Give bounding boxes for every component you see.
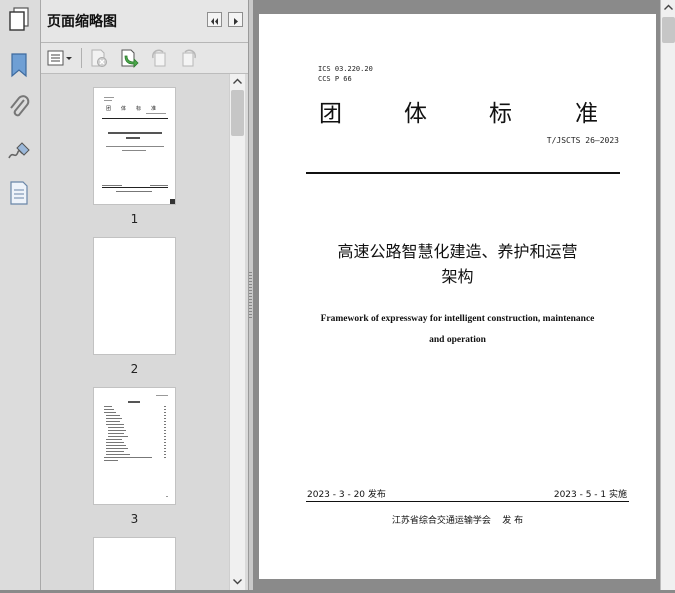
bookmarks-icon[interactable]: [6, 52, 32, 78]
expand-panel-button[interactable]: [228, 12, 243, 27]
panel-title: 页面缩略图: [47, 14, 117, 30]
thumbnail-page-4[interactable]: [93, 537, 176, 590]
title-english-line-1: Framework of expressway for intelligent …: [320, 314, 595, 324]
page-preview: 团 体 标 准: [102, 97, 175, 204]
signatures-icon[interactable]: [6, 138, 32, 164]
page-thumbnails-icon[interactable]: [6, 6, 32, 32]
ccs-code: CCS P 66: [318, 75, 352, 83]
footer-rule: [306, 501, 629, 502]
issuing-organization: 江苏省综合交通运输学会 发 布: [391, 516, 524, 526]
standard-type-char: 团: [319, 101, 342, 127]
scroll-thumb[interactable]: [231, 90, 244, 136]
thumbnail-page-number: 2: [130, 362, 139, 376]
scroll-up-button[interactable]: [230, 74, 245, 89]
thumbnail-panel: 页面缩略图 团 体 标 准 1 2 3: [41, 0, 248, 590]
implementation-date: 2023 - 5 - 1 实施: [553, 490, 627, 500]
panel-toolbar: [41, 43, 248, 74]
scroll-thumb[interactable]: [662, 17, 675, 43]
double-chevron-left-icon: [211, 18, 218, 25]
chevron-up-icon: [233, 78, 242, 84]
rotate-counterclockwise-icon: [151, 49, 166, 67]
layers-document-icon[interactable]: [6, 180, 32, 206]
insert-page-button[interactable]: [119, 48, 139, 68]
thumbnail-page-3[interactable]: [93, 387, 176, 505]
standard-type-heading: 团 体 标 准: [319, 94, 619, 127]
thumbnail-scrollbar[interactable]: [229, 74, 245, 590]
options-menu-button[interactable]: [47, 48, 75, 68]
thumbnail-page-2[interactable]: [93, 237, 176, 355]
insert-page-icon: [121, 49, 139, 68]
standard-code: T/JSCTS 26—2023: [546, 136, 619, 145]
navigation-rail: [0, 0, 41, 590]
options-list-icon: [47, 50, 72, 66]
chevron-right-icon: [234, 18, 238, 25]
collapse-panel-button[interactable]: [207, 12, 222, 27]
ics-code: ICS 03.220.20: [318, 65, 373, 73]
thumbnail-list: 团 体 标 准 1 2 3: [43, 74, 229, 590]
panel-header: 页面缩略图: [41, 0, 248, 43]
standard-type-char: 标: [489, 101, 512, 127]
toolbar-divider: [81, 48, 82, 68]
splitter-grip: [249, 272, 252, 318]
chevron-up-icon: [664, 4, 673, 10]
title-chinese-line-2: 架构: [441, 267, 474, 286]
header-rule: [306, 172, 620, 174]
standard-type-char: 准: [575, 101, 598, 127]
page-preview: [104, 395, 168, 497]
title-english-line-2: and operation: [429, 335, 486, 345]
svg-text:团 体 标 准: 团 体 标 准: [106, 105, 156, 112]
document-scrollbar[interactable]: [660, 0, 675, 590]
standard-type-char: 体: [404, 101, 427, 127]
document-page: ICS 03.220.20 CCS P 66 团 体 标 准 T/JSCTS 2…: [259, 14, 656, 579]
thumbnail-page-number: 1: [130, 212, 139, 226]
scroll-down-button[interactable]: [230, 574, 245, 589]
delete-page-icon: [91, 49, 107, 67]
scroll-up-button[interactable]: [661, 0, 675, 15]
rotate-clockwise-icon: [182, 49, 197, 67]
delete-page-button[interactable]: [89, 48, 109, 68]
thumbnail-page-number: 3: [130, 512, 139, 526]
release-date: 2023 - 3 - 20 发布: [307, 490, 386, 500]
document-view: ICS 03.220.20 CCS P 66 团 体 标 准 T/JSCTS 2…: [253, 0, 660, 590]
rotate-left-button[interactable]: [149, 48, 169, 68]
rotate-right-button[interactable]: [179, 48, 199, 68]
thumbnail-page-1[interactable]: 团 体 标 准: [93, 87, 176, 205]
attachments-icon[interactable]: [6, 94, 32, 120]
chevron-down-icon: [233, 579, 242, 585]
title-chinese-line-1: 高速公路智慧化建造、养护和运营: [337, 242, 578, 261]
